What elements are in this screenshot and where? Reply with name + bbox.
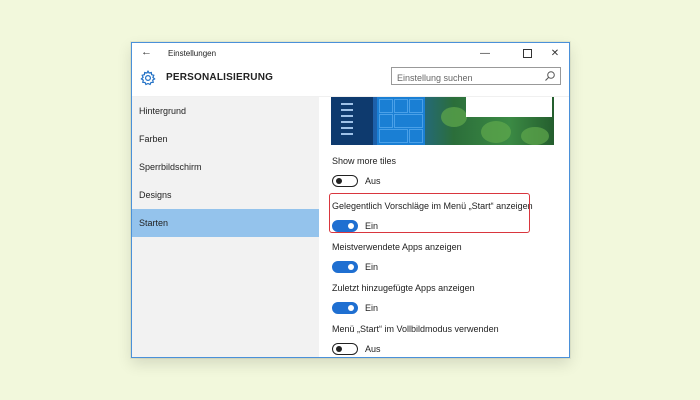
setting-recently-added-apps: Zuletzt hinzugefügte Apps anzeigen Ein xyxy=(332,283,562,316)
setting-fullscreen-start: Menü „Start“ im Vollbildmodus verwenden … xyxy=(332,324,562,357)
toggle-state: Ein xyxy=(365,262,379,272)
setting-label: Menü „Start“ im Vollbildmodus verwenden xyxy=(332,324,499,334)
setting-label: Show more tiles xyxy=(332,156,397,166)
sidebar-item-designs[interactable]: Designs xyxy=(132,181,319,209)
setting-most-used-apps: Meistverwendete Apps anzeigen Ein xyxy=(332,242,562,275)
sidebar-item-hintergrund[interactable]: Hintergrund xyxy=(132,97,319,125)
maximize-icon xyxy=(522,48,532,58)
page-header: PERSONALISIERUNG xyxy=(132,64,569,97)
recently-added-apps-toggle[interactable] xyxy=(332,302,358,314)
toggle-state: Ein xyxy=(365,303,379,313)
search-input[interactable] xyxy=(392,70,537,86)
sidebar-item-label: Designs xyxy=(139,190,172,200)
sidebar-item-label: Sperrbildschirm xyxy=(139,162,202,172)
search-icon[interactable] xyxy=(544,70,556,82)
window-title: Einstellungen xyxy=(168,49,217,58)
minimize-icon: — xyxy=(480,48,490,59)
sidebar-item-starten[interactable]: Starten xyxy=(132,209,319,237)
sidebar: Hintergrund Farben Sperrbildschirm Desig… xyxy=(132,97,319,357)
sidebar-item-label: Farben xyxy=(139,134,168,144)
show-more-tiles-toggle[interactable] xyxy=(332,175,358,187)
sidebar-item-farben[interactable]: Farben xyxy=(132,125,319,153)
sidebar-item-label: Starten xyxy=(139,218,169,228)
preview-window xyxy=(466,97,552,117)
most-used-apps-toggle[interactable] xyxy=(332,261,358,273)
sidebar-item-sperrbildschirm[interactable]: Sperrbildschirm xyxy=(132,153,319,181)
preview-menu-strip xyxy=(331,97,373,145)
search-box[interactable] xyxy=(391,67,561,86)
page-title: PERSONALISIERUNG xyxy=(166,72,274,83)
sidebar-item-label: Hintergrund xyxy=(139,106,187,116)
title-bar: ← Einstellungen — ✕ xyxy=(132,43,569,64)
setting-label: Meistverwendete Apps anzeigen xyxy=(332,242,462,252)
close-button[interactable]: ✕ xyxy=(541,43,569,64)
highlight-box xyxy=(329,193,530,233)
toggle-state: Aus xyxy=(365,176,381,186)
toggle-state: Aus xyxy=(365,344,381,354)
back-arrow-icon[interactable]: ← xyxy=(141,46,152,58)
close-icon: ✕ xyxy=(550,48,560,59)
gear-icon xyxy=(140,70,156,86)
setting-label: Zuletzt hinzugefügte Apps anzeigen xyxy=(332,283,475,293)
fullscreen-start-toggle[interactable] xyxy=(332,343,358,355)
setting-show-more-tiles: Show more tiles Aus xyxy=(332,156,562,189)
maximize-button[interactable] xyxy=(513,43,541,64)
preview-tiles xyxy=(377,97,425,145)
start-menu-preview xyxy=(331,97,554,145)
minimize-button[interactable]: — xyxy=(471,43,499,64)
